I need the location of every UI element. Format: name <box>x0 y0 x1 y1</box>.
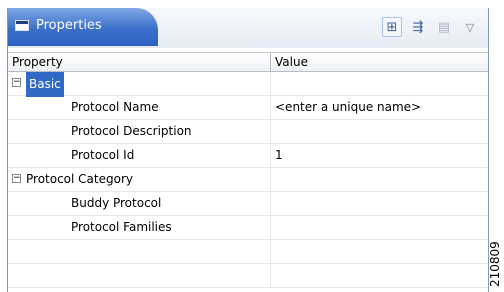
collapse-toggle-icon[interactable]: − <box>12 174 21 183</box>
show-advanced-properties-icon[interactable]: ⇶ <box>408 17 428 37</box>
property-cell: − Protocol Category <box>8 168 271 191</box>
tab-title: Properties <box>36 18 102 33</box>
value-cell <box>271 240 488 263</box>
view-menu-icon[interactable]: ▽ <box>460 17 480 37</box>
property-label: Protocol Name <box>71 100 159 114</box>
property-cell: Protocol Description <box>8 120 271 143</box>
value-cell[interactable] <box>271 216 488 239</box>
property-cell: Protocol Id <box>8 144 271 167</box>
category-row-protocol-category[interactable]: − Protocol Category <box>8 168 488 192</box>
properties-view-icon <box>15 20 29 31</box>
property-row[interactable]: Protocol Families <box>8 216 488 240</box>
property-cell: Protocol Families <box>8 216 271 239</box>
property-cell <box>8 264 271 287</box>
show-categories-icon[interactable]: ⊞ <box>382 17 402 37</box>
empty-row <box>8 240 488 264</box>
property-label: Protocol Families <box>71 220 172 234</box>
value-cell <box>271 72 488 95</box>
property-cell <box>8 240 271 263</box>
category-row-basic[interactable]: − Basic <box>8 72 488 97</box>
value-cell[interactable] <box>271 192 488 215</box>
value-cell[interactable]: 1 <box>271 144 488 167</box>
property-row[interactable]: Protocol Id 1 <box>8 144 488 168</box>
value-cell[interactable] <box>271 120 488 143</box>
empty-row <box>8 264 488 288</box>
property-label: Protocol Description <box>71 124 192 138</box>
property-cell: − Basic <box>8 72 271 97</box>
value-cell <box>271 168 488 191</box>
value-cell[interactable]: <enter a unique name> <box>271 96 488 119</box>
collapse-toggle-icon[interactable]: − <box>12 78 21 87</box>
properties-view: Properties ⊞ ⇶ ▤ ▽ Property Value − Basi… <box>7 8 489 292</box>
properties-tab[interactable]: Properties <box>8 8 158 46</box>
property-column-header[interactable]: Property <box>8 53 271 71</box>
view-tab-bar: Properties ⊞ ⇶ ▤ ▽ <box>8 8 488 48</box>
value-cell <box>271 264 488 287</box>
restore-default-icon[interactable]: ▤ <box>434 17 454 37</box>
property-label: Protocol Id <box>71 148 135 162</box>
property-cell: Buddy Protocol <box>8 192 271 215</box>
table-header: Property Value <box>8 52 488 72</box>
category-label: Protocol Category <box>26 172 133 186</box>
view-toolbar: ⊞ ⇶ ▤ ▽ <box>382 14 480 40</box>
figure-id-label: 210809 <box>488 241 502 287</box>
category-label: Basic <box>26 72 64 97</box>
property-table: − Basic Protocol Name <enter a unique na… <box>8 72 488 288</box>
value-column-header[interactable]: Value <box>271 53 488 71</box>
property-row[interactable]: Buddy Protocol <box>8 192 488 216</box>
property-row[interactable]: Protocol Name <enter a unique name> <box>8 96 488 120</box>
property-label: Buddy Protocol <box>71 196 162 210</box>
property-row[interactable]: Protocol Description <box>8 120 488 144</box>
property-cell: Protocol Name <box>8 96 271 119</box>
